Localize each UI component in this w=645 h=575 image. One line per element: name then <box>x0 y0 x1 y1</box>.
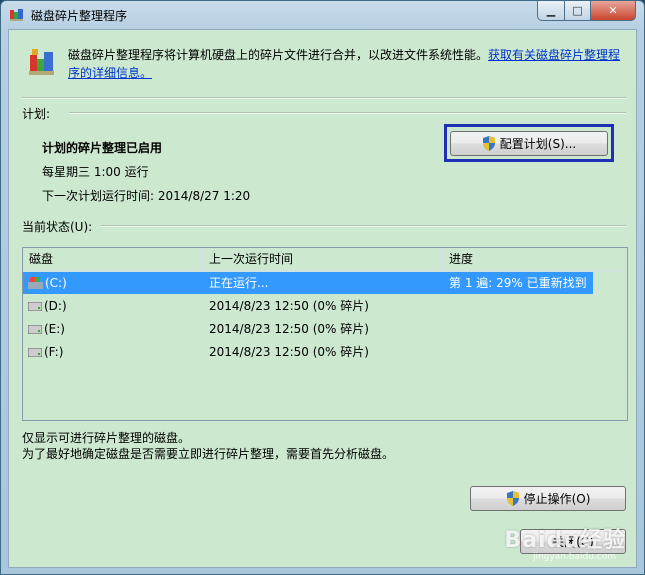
disk-name: (E:) <box>44 322 65 336</box>
disk-name: (F:) <box>44 345 64 359</box>
description: 磁盘碎片整理程序将计算机硬盘上的碎片文件进行合并，以改进文件系统性能。获取有关磁… <box>68 46 628 82</box>
drive-icon <box>28 325 42 334</box>
column-header-last-run[interactable]: 上一次运行时间 <box>203 248 443 270</box>
list-header: 磁盘 上一次运行时间 进度 <box>23 248 627 271</box>
disk-name: (C:) <box>45 276 67 290</box>
defrag-icon <box>29 49 54 75</box>
current-status-label: 当前状态(U): <box>22 220 93 234</box>
window-title: 磁盘碎片整理程序 <box>31 9 128 23</box>
title-bar[interactable]: 磁盘碎片整理程序 ▁ □ ✕ <box>1 1 644 29</box>
minimize-button[interactable]: ▁ <box>537 1 565 21</box>
schedule-label: 计划: <box>22 107 51 121</box>
description-text: 磁盘碎片整理程序将计算机硬盘上的碎片文件进行合并，以改进文件系统性能。 <box>68 48 489 62</box>
separator <box>22 97 626 99</box>
configure-schedule-button[interactable]: 配置计划(S)... <box>450 131 608 156</box>
last-run: 2014/8/23 12:50 (0% 碎片) <box>209 322 369 336</box>
table-row[interactable]: (C:) 正在运行... 第 1 遍: 29% 已重新找到 <box>23 272 593 294</box>
stop-operation-button[interactable]: 停止操作(O) <box>470 486 626 511</box>
uac-shield-icon <box>506 491 519 506</box>
caption-buttons: ▁ □ ✕ <box>537 1 636 21</box>
note-line-2: 为了最好地确定磁盘是否需要立即进行碎片整理，需要首先分析磁盘。 <box>22 447 395 461</box>
last-run: 正在运行... <box>209 276 269 290</box>
schedule-status: 计划的碎片整理已启用 <box>42 141 163 155</box>
maximize-button[interactable]: □ <box>565 1 591 21</box>
watermark-logo: Baidu经验 <box>504 528 626 553</box>
system-drive-icon <box>28 276 43 289</box>
table-row[interactable]: (D:) 2014/8/23 12:50 (0% 碎片) <box>23 295 593 317</box>
separator <box>69 112 626 114</box>
configure-schedule-label: 配置计划(S)... <box>499 137 577 151</box>
uac-shield-icon <box>482 136 495 151</box>
defrag-icon <box>10 9 23 21</box>
next-run: 下一次计划运行时间: 2014/8/27 1:20 <box>42 189 251 203</box>
table-row[interactable]: (F:) 2014/8/23 12:50 (0% 碎片) <box>23 341 593 363</box>
schedule-frequency: 每星期三 1:00 运行 <box>42 165 149 179</box>
stop-operation-label: 停止操作(O) <box>523 492 591 506</box>
column-header-disk[interactable]: 磁盘 <box>23 248 203 270</box>
drive-icon <box>28 302 42 311</box>
drive-icon <box>28 348 42 357</box>
last-run: 2014/8/23 12:50 (0% 碎片) <box>209 299 369 313</box>
watermark-url: jingyan.baidu.com <box>532 552 616 562</box>
separator <box>101 225 626 227</box>
last-run: 2014/8/23 12:50 (0% 碎片) <box>209 345 369 359</box>
disk-name: (D:) <box>44 299 67 313</box>
column-header-progress[interactable]: 进度 <box>443 248 627 270</box>
progress: 第 1 遍: 29% 已重新找到 <box>449 276 587 290</box>
table-row[interactable]: (E:) 2014/8/23 12:50 (0% 碎片) <box>23 318 593 340</box>
disk-list[interactable]: 磁盘 上一次运行时间 进度 (C:) 正在运行... 第 1 遍: 29% 已重… <box>22 247 628 421</box>
close-window-button[interactable]: ✕ <box>591 1 636 21</box>
defrag-window: 磁盘碎片整理程序 ▁ □ ✕ 磁盘碎片整理程序将计算机硬盘上的碎片文件进行合并，… <box>0 0 645 575</box>
client-area: 磁盘碎片整理程序将计算机硬盘上的碎片文件进行合并，以改进文件系统性能。获取有关磁… <box>8 29 637 568</box>
